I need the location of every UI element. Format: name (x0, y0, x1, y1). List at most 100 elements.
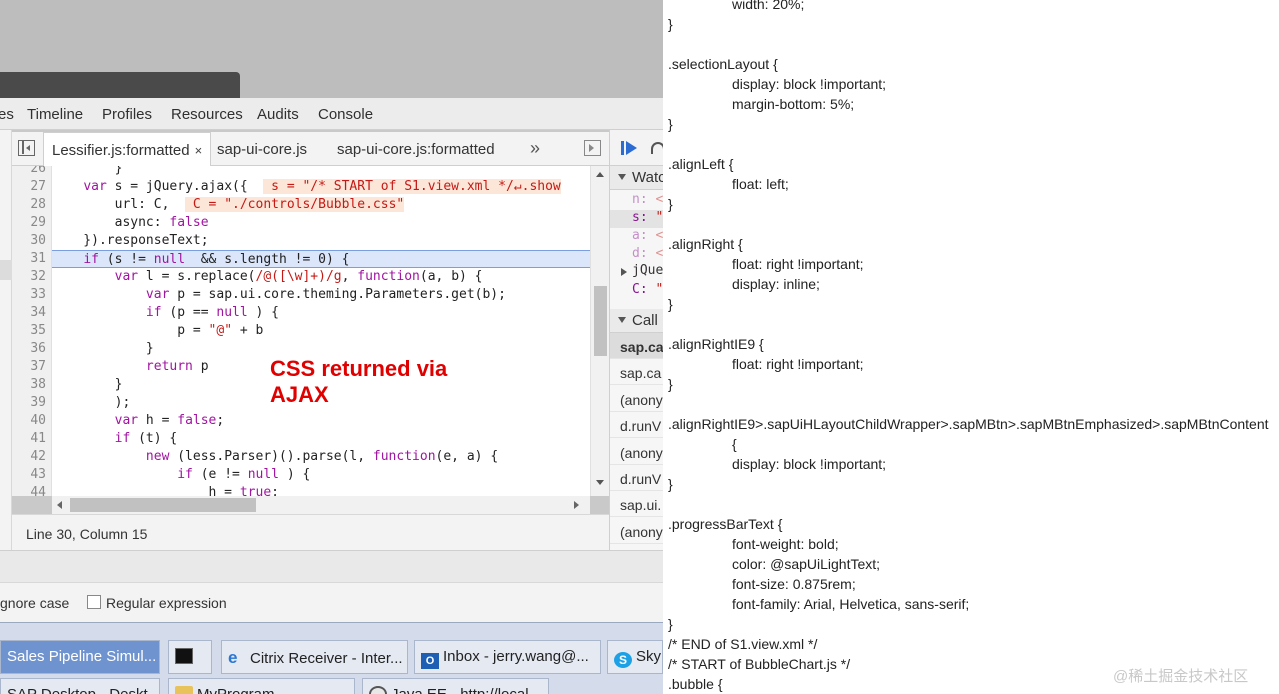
taskbar-item-sap-desktop[interactable]: SAP Desktop - Deskt... (0, 678, 160, 694)
watch-section-label: Watc (632, 169, 663, 186)
line-number[interactable]: 28 (12, 196, 46, 214)
file-tab-lessifier[interactable]: Lessifier.js:formatted × (43, 132, 212, 166)
line-number[interactable]: 37 (12, 358, 46, 376)
css-line: .alignRightIE9 { (668, 336, 764, 352)
watch-expression[interactable]: C: " (632, 282, 663, 297)
debugger-toggle-icon[interactable] (584, 140, 601, 156)
scroll-left-icon[interactable] (57, 501, 62, 509)
terminal-icon (175, 648, 193, 664)
tab-sources[interactable]: es (0, 106, 14, 123)
line-number[interactable]: 39 (12, 394, 46, 412)
navigator-toggle-icon[interactable] (18, 140, 35, 156)
watch-section-header[interactable]: Watc (610, 166, 663, 190)
line-number[interactable]: 42 (12, 448, 46, 466)
file-tab-sap-ui-core[interactable]: sap-ui-core.js (209, 132, 315, 165)
css-line: /* START of BubbleChart.js */ (668, 656, 851, 672)
watch-expression[interactable]: s: " (632, 210, 663, 225)
file-tab-label: sap-ui-core.js (217, 141, 308, 158)
horizontal-scrollbar[interactable] (52, 496, 590, 514)
step-over-icon[interactable] (651, 142, 663, 154)
vertical-scrollbar[interactable] (590, 166, 609, 496)
css-line: width: 20%; (732, 0, 805, 12)
call-stack-frame[interactable]: (anony (610, 518, 663, 544)
resume-icon[interactable] (621, 141, 639, 155)
taskbar-item-citrix[interactable]: e Citrix Receiver - Inter... (221, 640, 408, 674)
taskbar-item-skype[interactable]: S Sky (607, 640, 663, 674)
scroll-thumb[interactable] (594, 286, 607, 356)
call-stack-frame[interactable]: (anony (610, 386, 663, 412)
watch-expression[interactable]: jQue (632, 263, 663, 278)
code-editor[interactable]: 2627282930313233343536373839404142434445… (12, 166, 609, 496)
call-stack-frame[interactable]: d.runV (610, 465, 663, 491)
taskbar-item-myprogram[interactable]: MyProgram (168, 678, 355, 694)
line-number[interactable]: 26 (12, 166, 46, 178)
regex-label[interactable]: Regular expression (106, 595, 227, 611)
code-line-current[interactable]: if (s != null && s.length != 0) { (52, 250, 592, 268)
expand-icon[interactable] (621, 268, 627, 276)
line-number[interactable]: 34 (12, 304, 46, 322)
watch-expression[interactable]: d: < (632, 246, 663, 261)
line-number[interactable]: 29 (12, 214, 46, 232)
debugger-sidebar: Watc n: < s: " a: < d: < jQue C: " Call sap.c… (609, 130, 663, 550)
line-number[interactable]: 44 (12, 484, 46, 496)
code-line[interactable]: }).responseText; (52, 232, 592, 250)
watch-name: n: (632, 192, 648, 207)
taskbar-item-cmd[interactable] (168, 640, 212, 674)
line-number[interactable]: 40 (12, 412, 46, 430)
line-number[interactable]: 41 (12, 430, 46, 448)
call-stack-header[interactable]: Call (610, 309, 663, 333)
call-stack-frame[interactable]: sap.ca (610, 333, 663, 359)
code-line[interactable]: var l = s.replace(/@([\w]+)/g, function(… (52, 268, 592, 286)
css-line: } (668, 616, 673, 632)
code-line[interactable]: new (less.Parser)().parse(l, function(e,… (52, 448, 592, 466)
code-line[interactable]: var p = sap.ui.core.theming.Parameters.g… (52, 286, 592, 304)
code-line[interactable]: url: C, C = "./controls/Bubble.css" (52, 196, 592, 214)
code-line[interactable]: if (p == null ) { (52, 304, 592, 322)
tab-profiles[interactable]: Profiles (102, 106, 152, 123)
line-number[interactable]: 27 (12, 178, 46, 196)
call-stack-frame[interactable]: (anony (610, 439, 663, 465)
code-line[interactable]: async: false (52, 214, 592, 232)
line-number[interactable]: 35 (12, 322, 46, 340)
code-line[interactable]: var s = jQuery.ajax({ s = "/* START of S… (52, 178, 592, 196)
line-number[interactable]: 32 (12, 268, 46, 286)
regex-checkbox[interactable] (87, 595, 101, 609)
tab-audits[interactable]: Audits (257, 106, 299, 123)
scroll-right-icon[interactable] (574, 501, 579, 509)
call-stack-frame[interactable]: d.runV (610, 412, 663, 439)
line-number[interactable]: 36 (12, 340, 46, 358)
taskbar-item-label: Sales Pipeline Simul... (7, 648, 157, 665)
eclipse-icon (369, 686, 387, 694)
editor-status-bar: Line 30, Column 15 (12, 514, 609, 550)
watch-name: d: (632, 246, 648, 261)
code-line[interactable]: if (t) { (52, 430, 592, 448)
close-icon[interactable]: × (195, 143, 203, 158)
line-number[interactable]: 33 (12, 286, 46, 304)
code-line[interactable]: p = "@" + b (52, 322, 592, 340)
scroll-thumb[interactable] (70, 498, 256, 512)
tab-console[interactable]: Console (318, 106, 373, 123)
call-stack-frame[interactable]: sap.ui. (610, 491, 663, 518)
watch-expression[interactable]: n: < (632, 192, 663, 207)
scroll-up-icon[interactable] (596, 172, 604, 177)
tab-timeline[interactable]: Timeline (27, 106, 83, 123)
line-number[interactable]: 38 (12, 376, 46, 394)
taskbar-item-java-ee[interactable]: Java EE - http://local... (362, 678, 549, 694)
line-number[interactable]: 31 (12, 250, 46, 268)
scroll-down-icon[interactable] (596, 480, 604, 485)
ignore-case-label[interactable]: gnore case (0, 595, 69, 611)
code-line[interactable]: h = true; (52, 484, 592, 496)
line-number[interactable]: 43 (12, 466, 46, 484)
file-tab-sap-ui-core-formatted[interactable]: sap-ui-core.js:formatted (329, 132, 503, 165)
css-line: } (668, 16, 673, 32)
taskbar-item-outlook[interactable]: O Inbox - jerry.wang@... (414, 640, 601, 674)
tab-resources[interactable]: Resources (171, 106, 243, 123)
more-tabs-icon[interactable]: » (530, 138, 540, 159)
line-number[interactable]: 30 (12, 232, 46, 250)
watch-expression[interactable]: a: < (632, 228, 663, 243)
taskbar-item-sales-pipeline[interactable]: Sales Pipeline Simul... (0, 640, 160, 674)
code-line[interactable]: if (e != null ) { (52, 466, 592, 484)
code-line[interactable]: var h = false; (52, 412, 592, 430)
call-stack-frame[interactable]: sap.ca (610, 359, 663, 386)
code-line[interactable]: } (52, 166, 592, 178)
